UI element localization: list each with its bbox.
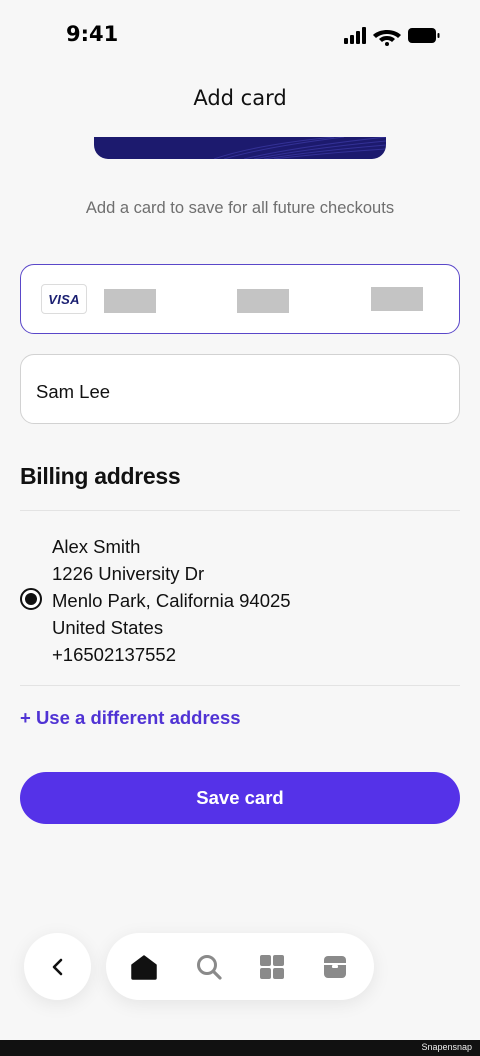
home-icon <box>131 955 157 980</box>
card-preview <box>94 137 386 159</box>
battery-icon <box>408 28 440 43</box>
chevron-left-icon <box>52 958 62 975</box>
cvc-redacted <box>371 287 423 311</box>
card-pattern <box>213 137 386 159</box>
status-bar: 9:41 <box>0 0 480 70</box>
address-city: Menlo Park, California 94025 <box>52 590 291 611</box>
address-country: United States <box>52 617 164 638</box>
address-radio-selected[interactable] <box>20 588 42 610</box>
tab-orders[interactable] <box>319 951 351 983</box>
billing-address[interactable]: Alex Smith 1226 University Dr Menlo Park… <box>52 533 291 668</box>
tab-search[interactable] <box>193 951 225 983</box>
address-phone: +16502137552 <box>52 644 176 665</box>
address-street: 1226 University Dr <box>52 563 205 584</box>
tab-grid[interactable] <box>256 951 288 983</box>
search-icon <box>197 955 222 980</box>
divider <box>20 510 460 511</box>
tab-bar <box>106 933 374 1000</box>
use-different-address-link[interactable]: + Use a different address <box>20 707 241 729</box>
billing-address-title: Billing address <box>20 463 181 489</box>
tab-home[interactable] <box>128 951 160 983</box>
cardholder-name-value: Sam Lee <box>36 381 111 402</box>
address-name: Alex Smith <box>52 536 141 557</box>
cellular-signal-icon <box>344 27 366 44</box>
status-time: 9:41 <box>66 22 119 46</box>
visa-logo: VISA <box>41 284 87 314</box>
back-button[interactable] <box>24 933 91 1000</box>
status-icons <box>344 27 440 46</box>
page-title: Add card <box>193 86 287 110</box>
subtitle: Add a card to save for all future checko… <box>85 199 395 217</box>
card-number-field[interactable]: VISA <box>20 264 460 334</box>
divider <box>20 685 460 686</box>
wifi-icon <box>373 30 401 46</box>
box-icon <box>324 956 346 978</box>
card-number-redacted <box>104 289 156 313</box>
save-card-button[interactable]: Save card <box>20 772 460 824</box>
grid-icon <box>260 955 284 979</box>
expiry-redacted <box>237 289 289 313</box>
cardholder-name-field[interactable]: Sam Lee <box>20 354 460 424</box>
watermark: Snapensnap <box>421 1042 472 1052</box>
footer-bar: Snapensnap <box>0 1040 480 1056</box>
